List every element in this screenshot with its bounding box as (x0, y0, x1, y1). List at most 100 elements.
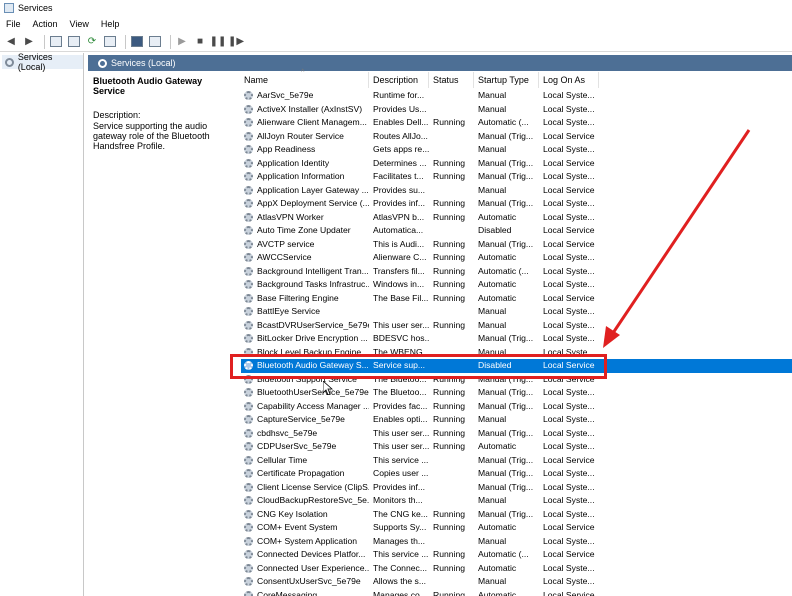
table-row[interactable]: BattlEye Service Manual Local Syste... (241, 305, 792, 319)
table-row[interactable]: COM+ Event System Supports Sy... Running Au… (241, 521, 792, 535)
service-status-cell (429, 359, 474, 373)
service-description-cell: Gets apps re... (373, 144, 429, 154)
table-row[interactable]: ConsentUxUserSvc_5e79e Allows the s... Man… (241, 575, 792, 589)
table-row[interactable]: Cellular Time This service ... Manual (Tri… (241, 454, 792, 468)
startup-type-cell: Manual (478, 576, 507, 586)
log-on-as-cell: Local Syste... (543, 279, 595, 289)
table-row[interactable]: BcastDVRUserService_5e79e This user ser..… (241, 319, 792, 333)
table-row[interactable]: COM+ System Application Manages th... Manu… (241, 535, 792, 549)
service-name: Bluetooth Support Service (257, 373, 357, 384)
service-name-cell: App Readiness (241, 143, 369, 157)
service-description-cell: Manages th... (373, 535, 426, 546)
table-row[interactable]: AllJoyn Router Service Routes AllJo... Man… (241, 130, 792, 144)
service-status-cell (429, 89, 474, 103)
table-row[interactable]: Application Layer Gateway ... Provides su… (241, 184, 792, 198)
table-row[interactable]: Bluetooth Audio Gateway S... Service sup.… (241, 359, 792, 373)
service-name-cell: Application Identity (241, 157, 369, 171)
startup-type-cell: Manual (478, 144, 507, 154)
gear-icon (244, 334, 253, 344)
service-name-cell: AWCCService (241, 251, 369, 265)
table-row[interactable]: Alienware Client Managem... Enables Dell.… (241, 116, 792, 130)
column-header-description[interactable]: Description (369, 72, 429, 88)
table-row[interactable]: Client License Service (ClipS... Provides… (241, 481, 792, 495)
service-description-cell: Windows in... (373, 279, 425, 289)
service-name: BattlEye Service (257, 306, 321, 316)
table-row[interactable]: Background Intelligent Tran... Transfers … (241, 265, 792, 279)
gear-icon (244, 455, 253, 465)
table-row[interactable]: CDPUserSvc_5e79e This user ser... Running A… (241, 440, 792, 454)
service-status-cell (429, 494, 474, 508)
table-row[interactable]: BitLocker Drive Encryption ... BDESVC hos… (241, 332, 792, 346)
table-row[interactable]: Base Filtering Engine The Base Fil... Runn… (241, 292, 792, 306)
pause-icon[interactable]: ❚❚ (210, 35, 227, 49)
service-name-cell: AarSvc_5e79e (241, 89, 369, 103)
forward-icon[interactable]: ▶ (22, 35, 36, 49)
service-name: Certificate Propagation (257, 468, 345, 478)
service-status-cell: Running (433, 117, 466, 127)
services-app-icon (4, 3, 14, 13)
export-icon[interactable] (103, 35, 117, 49)
properties-icon[interactable] (67, 35, 81, 49)
table-row[interactable]: AarSvc_5e79e Runtime for... Manual Local Sy… (241, 89, 792, 103)
toolbar-separator (170, 34, 171, 49)
service-status-cell: Running (433, 279, 466, 289)
back-icon[interactable]: ◀ (4, 35, 18, 49)
table-row[interactable]: Application Identity Determines ... Runnin… (241, 157, 792, 171)
refresh-icon[interactable]: ⟳ (85, 35, 99, 49)
service-description-cell: Routes AllJo... (373, 130, 428, 141)
gear-icon (244, 523, 253, 533)
service-name: CoreMessaging (257, 589, 318, 596)
table-row[interactable]: CloudBackupRestoreSvc_5e... Monitors th..… (241, 494, 792, 508)
menu-file[interactable]: File (6, 19, 21, 29)
menu-action[interactable]: Action (33, 19, 58, 29)
column-header-startup-type[interactable]: Startup Type (474, 72, 539, 88)
service-name-cell: Bluetooth Audio Gateway S... (241, 359, 369, 373)
table-row[interactable]: Certificate Propagation Copies user ... Ma… (241, 467, 792, 481)
service-name: Cellular Time (257, 454, 308, 465)
log-on-as-cell: Local Syste... (543, 333, 595, 343)
log-on-as-cell: Local Syste... (543, 319, 595, 330)
table-row[interactable]: Auto Time Zone Updater Automatica... Disab… (241, 224, 792, 238)
gear-icon (244, 307, 253, 317)
service-name: CaptureService_5e79e (257, 414, 345, 424)
service-name: Bluetooth Audio Gateway S... (257, 360, 369, 370)
table-row[interactable]: cbdhsvc_5e79e This user ser... Running Manu… (241, 427, 792, 441)
service-description-cell: Runtime for... (373, 90, 425, 100)
table-row[interactable]: App Readiness Gets apps re... Manual Local … (241, 143, 792, 157)
service-name-cell: Application Information (241, 170, 369, 184)
tree-item-services-local[interactable]: Services (Local) (2, 52, 83, 72)
service-title: Bluetooth Audio Gateway Service (93, 76, 203, 96)
table-row[interactable]: Capability Access Manager ... Provides fa… (241, 400, 792, 414)
restart-icon[interactable]: ❚▶ (228, 35, 244, 49)
table-row[interactable]: CaptureService_5e79e Enables opti... Runni… (241, 413, 792, 427)
column-header-name[interactable]: ^ Name (241, 69, 369, 88)
help-icon[interactable] (130, 35, 144, 49)
description-text: Service supporting the audio gateway rol… (93, 121, 210, 151)
table-row[interactable]: Application Information Facilitates t... R… (241, 170, 792, 184)
column-header-status[interactable]: Status (429, 72, 474, 88)
table-row[interactable]: Connected Devices Platfor... This service… (241, 548, 792, 562)
table-row[interactable]: Background Tasks Infrastruc... Windows in… (241, 278, 792, 292)
table-row[interactable]: AWCCService Alienware C... Running Automati… (241, 251, 792, 265)
table-row[interactable]: CoreMessaging Manages co... Running Automat… (241, 589, 792, 596)
stop-icon[interactable]: ■ (193, 35, 207, 49)
start-icon[interactable]: ▶ (175, 35, 189, 49)
menu-view[interactable]: View (70, 19, 89, 29)
view-icon[interactable] (148, 35, 162, 49)
column-header-log-on-as[interactable]: Log On As (539, 72, 599, 88)
table-row[interactable]: AVCTP service This is Audi... Running Manua… (241, 238, 792, 252)
table-row[interactable]: CNG Key Isolation The CNG ke... Running Man… (241, 508, 792, 522)
table-row[interactable]: AppX Deployment Service (... Provides inf… (241, 197, 792, 211)
gear-icon (244, 401, 253, 411)
services-table: ^ Name Description Status Startup Type L… (241, 69, 792, 596)
service-name-cell: AppX Deployment Service (... (241, 197, 369, 211)
console-tree-icon[interactable] (49, 35, 63, 49)
table-row[interactable]: ActiveX Installer (AxInstSV) Provides Us.… (241, 103, 792, 117)
service-name: BluetoothUserService_5e79e (257, 387, 369, 397)
table-row[interactable]: Connected User Experience... The Connec..… (241, 562, 792, 576)
menu-help[interactable]: Help (101, 19, 120, 29)
table-row[interactable]: AtlasVPN Worker AtlasVPN b... Running Autom… (241, 211, 792, 225)
table-row[interactable]: Block Level Backup Engine ... The WBENG..… (241, 346, 792, 360)
tree-item-label: Services (Local) (17, 52, 53, 72)
startup-type-cell: Automatic (... (478, 549, 529, 559)
